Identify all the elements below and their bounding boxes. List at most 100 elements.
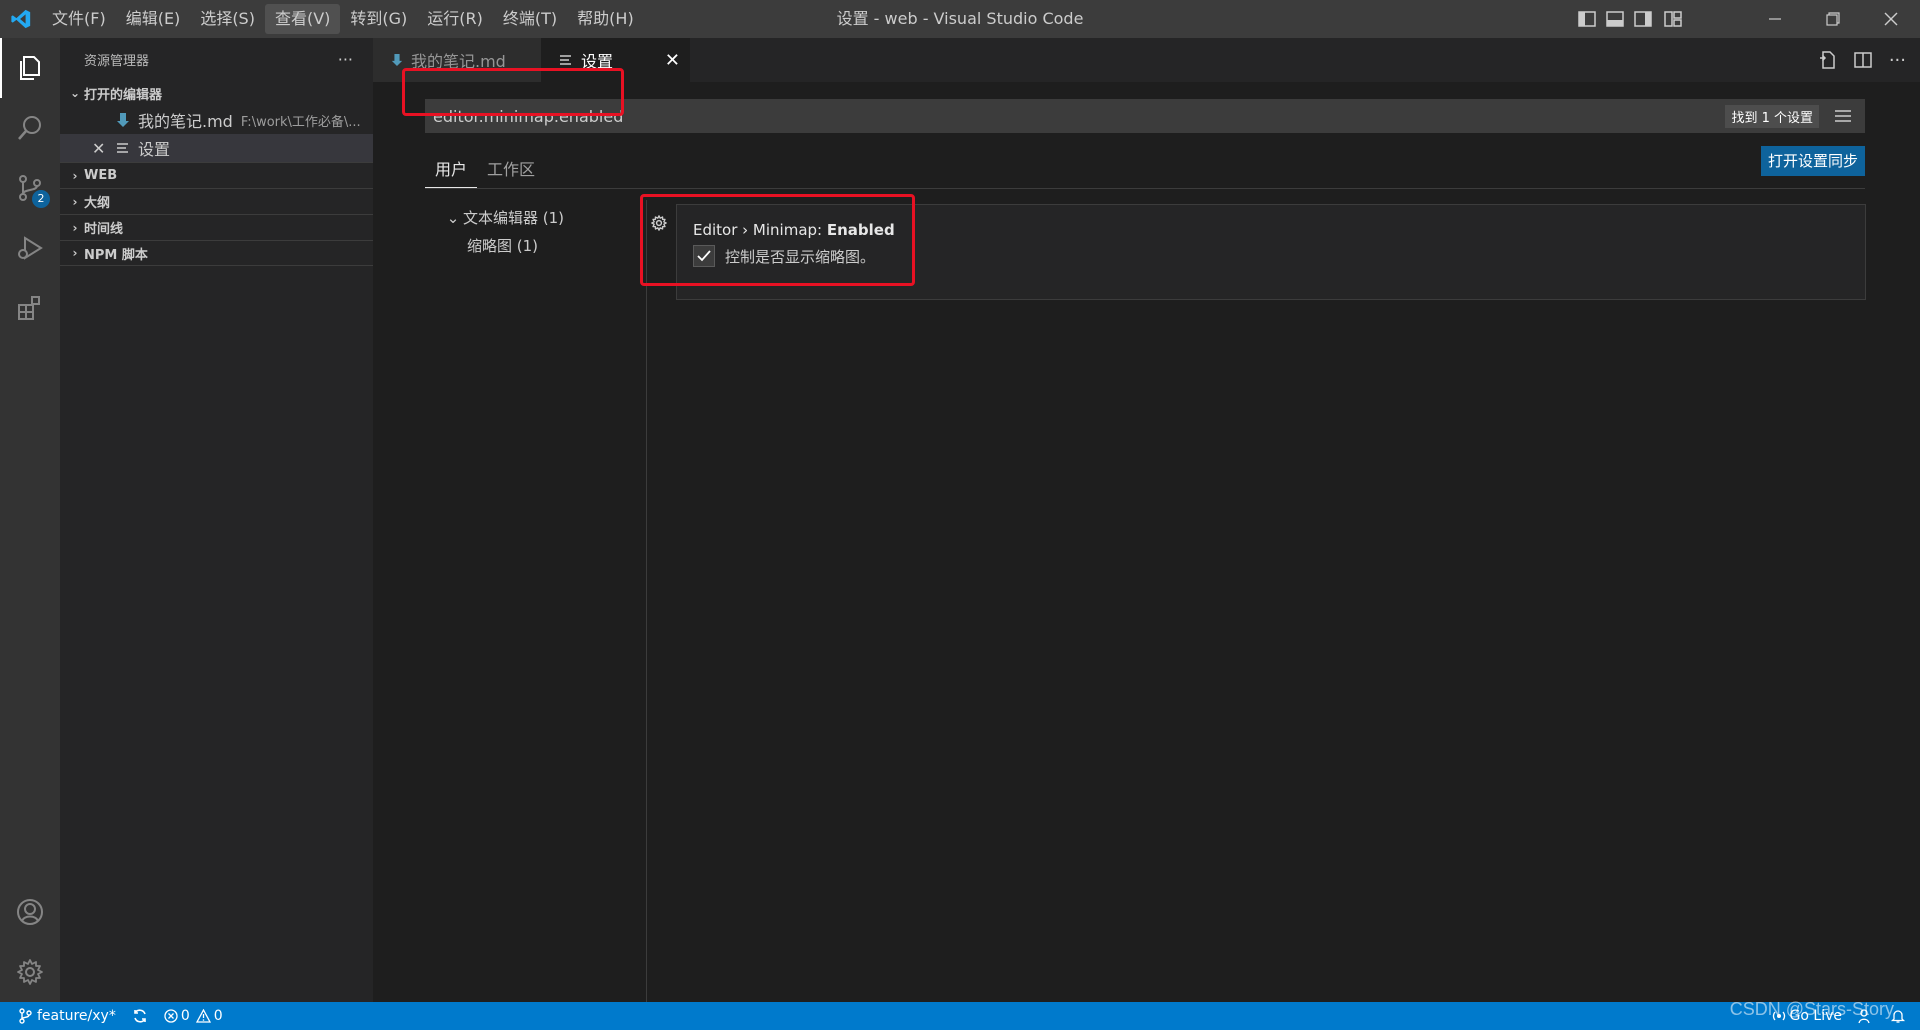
setting-gear-icon[interactable] — [650, 214, 668, 236]
menu-help[interactable]: 帮助(H) — [567, 4, 644, 34]
section-web[interactable]: › WEB — [60, 162, 373, 188]
chevron-right-icon: › — [72, 220, 78, 235]
scm-badge: 2 — [32, 190, 50, 208]
search-result-count: 找到 1 个设置 — [1725, 104, 1819, 128]
warning-count: 0 — [213, 1008, 223, 1024]
extensions-icon[interactable] — [0, 278, 60, 338]
chevron-down-icon: ⌄ — [446, 209, 460, 227]
markdown-icon — [117, 113, 129, 127]
more-actions-icon[interactable]: ··· — [338, 50, 353, 69]
section-open-editors[interactable]: ⌄ 打开的编辑器 — [60, 80, 373, 106]
setting-key: Enabled — [826, 221, 895, 239]
warning-icon — [195, 1009, 211, 1023]
section-npm-scripts[interactable]: › NPM 脚本 — [60, 240, 373, 266]
setting-title: Editor › Minimap: Enabled — [693, 221, 895, 239]
sync-icon — [134, 1009, 146, 1023]
customize-layout-icon[interactable] — [1662, 10, 1684, 28]
open-editor-name: 设置 — [138, 140, 171, 159]
feedback-status[interactable] — [1850, 1002, 1882, 1030]
go-live-label: Go Live — [1789, 1008, 1842, 1024]
open-editor-item-settings[interactable]: ✕ 设置 — [60, 134, 373, 162]
error-count: 0 — [180, 1008, 190, 1024]
go-live-status[interactable]: Go Live — [1764, 1002, 1850, 1030]
markdown-icon — [391, 54, 403, 66]
setting-description: 控制是否显示缩略图。 — [725, 247, 876, 266]
chevron-down-icon: ⌄ — [69, 86, 81, 100]
setting-value-row: 控制是否显示缩略图。 — [693, 245, 875, 267]
setting-item-minimap-enabled: Editor › Minimap: Enabled 控制是否显示缩略图。 — [676, 204, 1866, 300]
more-editor-actions-icon[interactable]: ··· — [1889, 50, 1906, 71]
menu-bar: 文件(F) 编辑(E) 选择(S) 查看(V) 转到(G) 运行(R) 终端(T… — [42, 0, 644, 38]
open-settings-sync-button[interactable]: 打开设置同步 — [1760, 146, 1865, 176]
branch-name: feature/xy* — [37, 1008, 116, 1024]
settings-search-box: 找到 1 个设置 — [425, 99, 1865, 133]
window-controls — [1746, 0, 1920, 38]
branch-status[interactable]: feature/xy* — [0, 1002, 124, 1030]
settings-toc: ⌄ 文本编辑器 (1) 缩略图 (1) — [443, 204, 623, 260]
broadcast-icon — [1772, 1011, 1785, 1021]
accounts-icon[interactable] — [0, 882, 60, 942]
close-window-icon[interactable] — [1862, 0, 1920, 38]
source-control-icon[interactable]: 2 — [0, 158, 60, 218]
check-icon — [697, 250, 711, 262]
notifications-status[interactable] — [1882, 1002, 1920, 1030]
section-open-editors-label: 打开的编辑器 — [84, 87, 163, 103]
vscode-logo-icon — [0, 0, 42, 38]
close-editor-icon[interactable]: ✕ — [92, 139, 112, 158]
bell-icon — [1890, 1010, 1906, 1023]
sync-status[interactable] — [124, 1002, 156, 1030]
error-icon — [164, 1009, 178, 1023]
tab-settings[interactable]: 设置 ✕ — [541, 38, 690, 82]
section-web-label: WEB — [84, 168, 118, 183]
setting-checkbox[interactable] — [693, 245, 715, 267]
section-timeline-label: 时间线 — [84, 222, 124, 237]
open-settings-json-icon[interactable] — [1817, 50, 1837, 70]
toc-item-text-editor[interactable]: ⌄ 文本编辑器 (1) — [443, 204, 623, 232]
close-tab-icon[interactable]: ✕ — [665, 50, 680, 71]
title-bar: 文件(F) 编辑(E) 选择(S) 查看(V) 转到(G) 运行(R) 终端(T… — [0, 0, 1920, 38]
filter-settings-icon[interactable] — [1829, 103, 1857, 129]
tab-notes[interactable]: 我的笔记.md — [373, 38, 541, 82]
explorer-icon[interactable] — [0, 38, 60, 98]
toggle-panel-icon[interactable] — [1606, 10, 1624, 28]
status-right: Go Live — [1764, 1002, 1920, 1030]
menu-file[interactable]: 文件(F) — [42, 4, 116, 34]
chevron-right-icon: › — [72, 246, 78, 260]
layout-controls — [1578, 0, 1684, 38]
minimize-icon[interactable] — [1746, 0, 1804, 38]
split-editor-icon[interactable] — [1853, 50, 1873, 70]
toc-label: 缩略图 (1) — [467, 237, 539, 255]
settings-search-input[interactable] — [425, 99, 1726, 133]
sidebar-title: 资源管理器 — [84, 53, 150, 69]
settings-file-icon — [117, 143, 128, 153]
toggle-primary-sidebar-icon[interactable] — [1578, 10, 1596, 28]
menu-selection[interactable]: 选择(S) — [190, 4, 265, 34]
menu-terminal[interactable]: 终端(T) — [493, 4, 567, 34]
menu-go[interactable]: 转到(G) — [340, 4, 417, 34]
search-icon[interactable] — [0, 98, 60, 158]
explorer-sidebar: 资源管理器 ··· ⌄ 打开的编辑器 我的笔记.md F:\work\工作必备\… — [60, 38, 373, 1002]
scope-tab-workspace[interactable]: 工作区 — [477, 152, 545, 188]
run-debug-icon[interactable] — [0, 218, 60, 278]
problems-status[interactable]: 0 0 — [156, 1002, 231, 1030]
toc-item-minimap[interactable]: 缩略图 (1) — [443, 232, 623, 260]
toggle-secondary-sidebar-icon[interactable] — [1634, 10, 1652, 28]
scope-tab-user[interactable]: 用户 — [425, 152, 478, 188]
git-branch-icon — [19, 1008, 32, 1024]
settings-scope-tabs: 用户 工作区 — [425, 152, 545, 188]
menu-view[interactable]: 查看(V) — [264, 4, 341, 34]
section-timeline[interactable]: › 时间线 — [60, 214, 373, 240]
tab-label: 我的笔记.md — [411, 52, 506, 71]
open-editor-item-notes[interactable]: 我的笔记.md F:\work\工作必备\... — [60, 106, 373, 134]
tab-label: 设置 — [581, 52, 614, 71]
toc-label: 文本编辑器 (1) — [463, 209, 565, 227]
menu-run[interactable]: 运行(R) — [417, 4, 493, 34]
menu-edit[interactable]: 编辑(E) — [116, 4, 191, 34]
status-bar: feature/xy* 0 0 Go Live — [0, 1002, 1920, 1030]
setting-category: Editor › Minimap: — [693, 221, 827, 239]
settings-editor: 找到 1 个设置 用户 工作区 打开设置同步 ⌄文本编辑器 (1) 缩略图 (1… — [373, 68, 1920, 1002]
manage-gear-icon[interactable] — [0, 942, 60, 1002]
section-outline[interactable]: › 大纲 — [60, 188, 373, 214]
scope-divider — [425, 188, 1865, 189]
restore-icon[interactable] — [1804, 0, 1862, 38]
